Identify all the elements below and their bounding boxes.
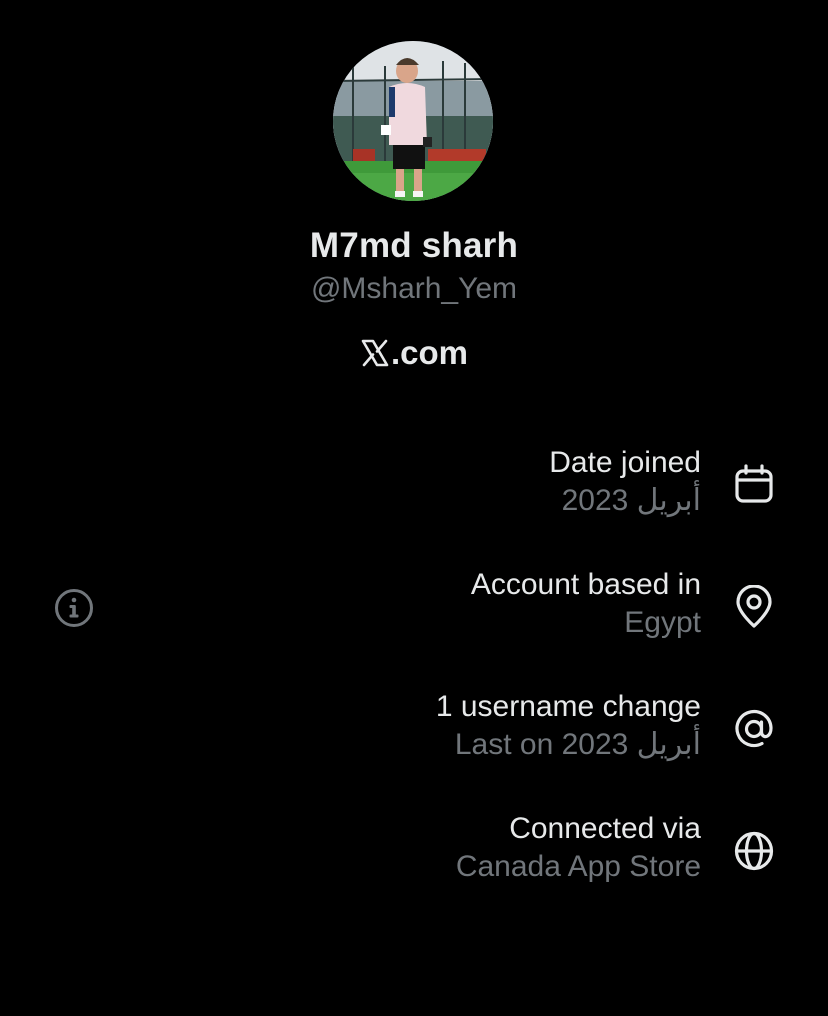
globe-icon	[734, 831, 774, 871]
site-domain-text: .com	[390, 334, 469, 371]
detail-title: Account based in	[470, 568, 701, 601]
detail-row-username-change: 1 username change Last on أبريل 2023	[436, 689, 701, 765]
x-logo-icon	[361, 339, 389, 367]
detail-row-account-based-in: Account based in Egypt	[471, 567, 701, 643]
avatar-photo	[333, 41, 493, 201]
detail-value: أبريل 2023	[561, 484, 701, 517]
avatar[interactable]	[333, 41, 493, 201]
username-handle: @Msharh_Yem	[310, 272, 518, 305]
site-label: .com	[0, 334, 828, 372]
detail-value: Egypt	[624, 606, 701, 639]
detail-value: Canada App Store	[455, 850, 701, 883]
location-pin-icon	[736, 585, 772, 628]
calendar-icon	[735, 464, 773, 503]
detail-title: Date joined	[549, 446, 701, 479]
display-name: M7md sharh	[309, 226, 519, 265]
detail-row-connected-via: Connected via Canada App Store	[456, 811, 701, 887]
detail-title: Connected via	[509, 812, 701, 845]
at-sign-icon	[735, 709, 773, 748]
info-icon[interactable]	[53, 587, 95, 629]
detail-row-date-joined: Date joined أبريل 2023	[549, 445, 701, 521]
detail-title: 1 username change	[435, 690, 701, 723]
detail-value: Last on أبريل 2023	[454, 728, 701, 761]
